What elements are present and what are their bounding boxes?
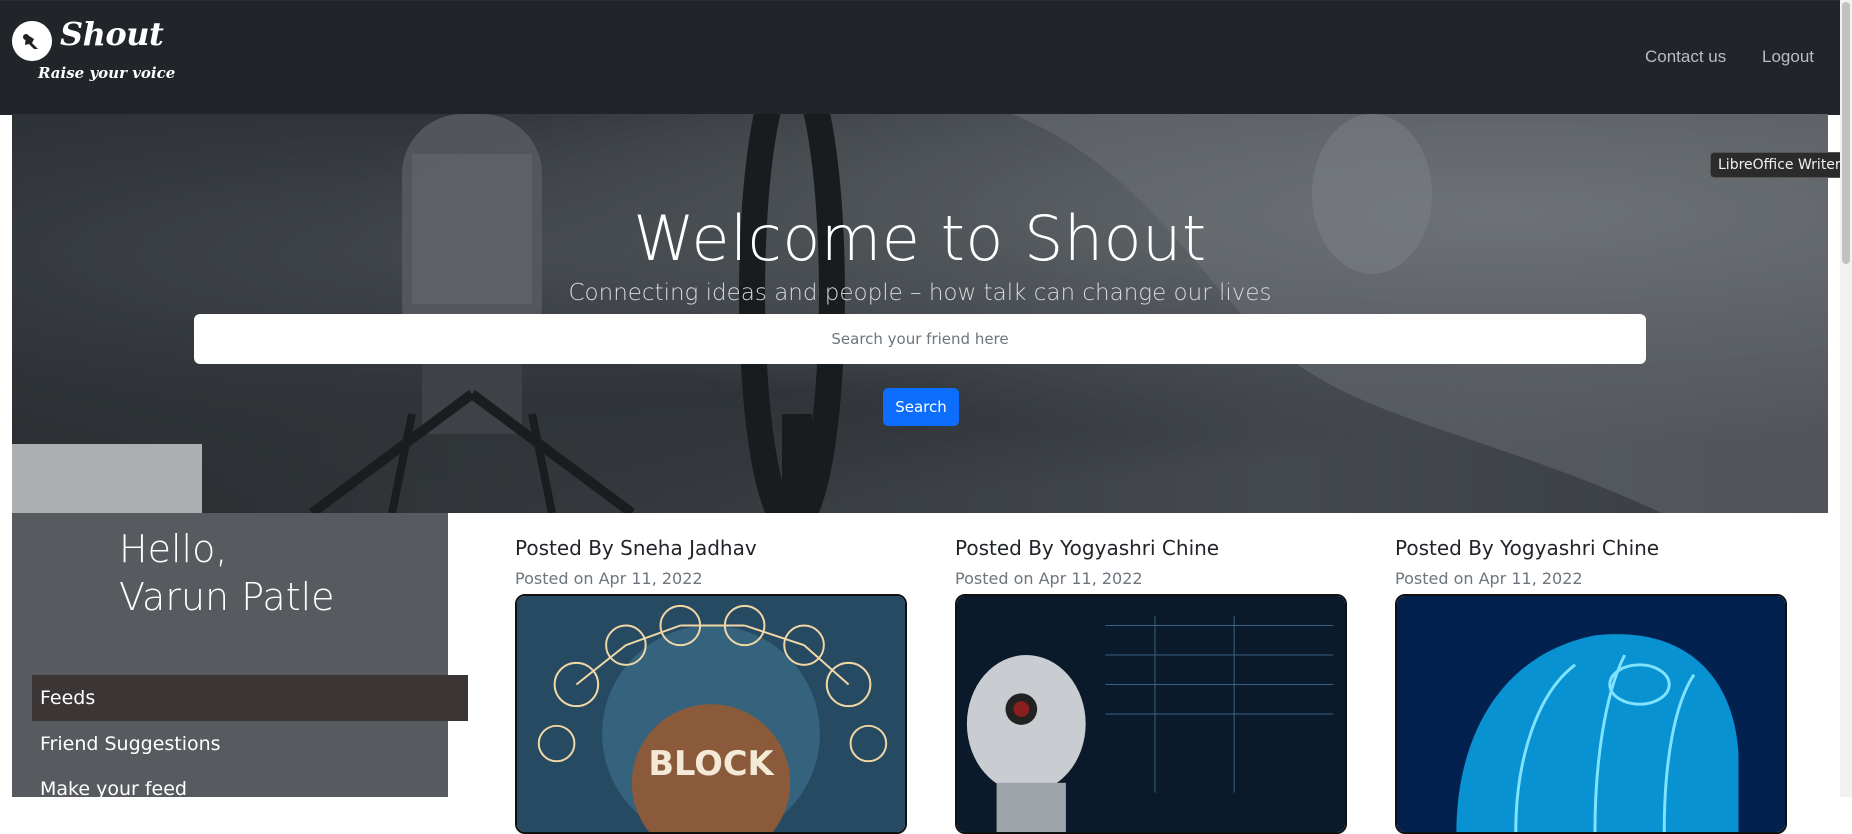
post-author[interactable]: Posted By Sneha Jadhav: [515, 534, 907, 562]
brand-logo-icon[interactable]: [12, 21, 52, 61]
post-card[interactable]: Posted By Yogyashri Chine Posted on Apr …: [955, 534, 1347, 834]
hero-subtitle: Connecting ideas and people – how talk c…: [568, 280, 1272, 306]
app-tooltip: LibreOffice Writer: [1710, 152, 1849, 178]
greeting-hello: Hello,: [119, 527, 228, 571]
greeting: Hello, Varun Patle: [119, 525, 335, 621]
sidebar: Hello, Varun Patle Feeds Friend Suggesti…: [12, 513, 468, 800]
contact-us-link[interactable]: Contact us: [1645, 47, 1726, 67]
scrollbar-thumb[interactable]: [1842, 2, 1850, 264]
post-card[interactable]: Posted By Yogyashri Chine Posted on Apr …: [1395, 534, 1787, 834]
post-date: Posted on Apr 11, 2022: [515, 569, 703, 588]
post-author[interactable]: Posted By Yogyashri Chine: [1395, 534, 1787, 562]
brand-tagline: Raise your voice: [38, 64, 176, 82]
search-button[interactable]: Search: [883, 388, 959, 426]
post-image-robot[interactable]: [955, 594, 1347, 834]
post-date: Posted on Apr 11, 2022: [955, 569, 1143, 588]
hero-title: Welcome to Shout: [633, 202, 1207, 275]
post-image-caption: BLOCK: [648, 744, 774, 783]
logout-link[interactable]: Logout: [1762, 47, 1814, 67]
page-scrollbar[interactable]: [1840, 0, 1852, 797]
sidebar-item-feeds[interactable]: Feeds: [32, 675, 468, 721]
post-card[interactable]: Posted By Sneha Jadhav Posted on Apr 11,…: [515, 534, 907, 834]
friend-search-input[interactable]: [194, 314, 1646, 364]
top-navbar: Shout Raise your voice Contact us Logout: [0, 0, 1840, 115]
post-author[interactable]: Posted By Yogyashri Chine: [955, 534, 1347, 562]
greeting-username: Varun Patle: [119, 575, 335, 619]
post-date: Posted on Apr 11, 2022: [1395, 569, 1583, 588]
post-image-blockchain[interactable]: BLOCK: [515, 594, 907, 834]
sidebar-item-friend-suggestions[interactable]: Friend Suggestions: [32, 721, 468, 767]
hero-banner: Welcome to Shout Connecting ideas and pe…: [12, 114, 1828, 513]
brand-title[interactable]: Shout: [60, 15, 164, 53]
sidebar-item-make-your-feed[interactable]: Make your feed: [32, 766, 468, 812]
post-image-digital-hand[interactable]: [1395, 594, 1787, 834]
